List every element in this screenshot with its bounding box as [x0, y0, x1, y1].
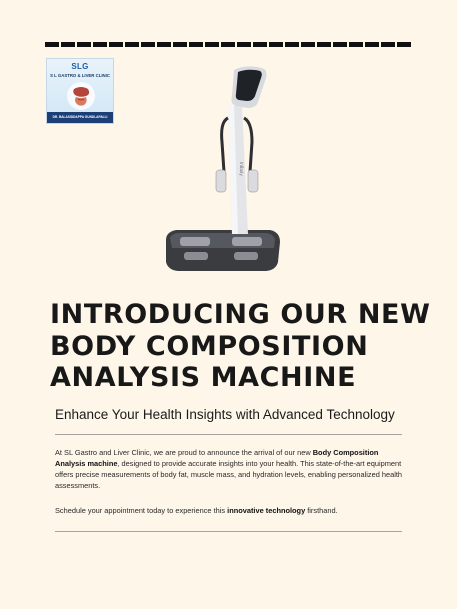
subheadline: Enhance Your Health Insights with Advanc…	[55, 407, 395, 422]
svg-text:InBody: InBody	[239, 162, 244, 176]
announcement-paragraph: At SL Gastro and Liver Clinic, we are pr…	[55, 448, 403, 490]
logo-footer: DR. BALASIDDAPPA GUNDLAPALLI	[47, 112, 113, 123]
headline-line-1: INTRODUCING OUR NEW	[50, 299, 431, 330]
logo-clinic-name: S L GASTRO & LIVER CLINIC	[50, 73, 110, 78]
clinic-logo: SLG S L GASTRO & LIVER CLINIC DR. BALASI…	[46, 58, 114, 124]
top-dashed-rule	[45, 42, 411, 47]
logo-mark: SLG	[71, 62, 89, 71]
divider-top	[55, 434, 402, 435]
headline-line-2: BODY COMPOSITION	[50, 330, 369, 362]
appointment-paragraph: Schedule your appointment today to exper…	[55, 506, 338, 515]
headline: INTRODUCING OUR NEW BODY COMPOSITION ANA…	[50, 299, 431, 394]
headline-line-3: ANALYSIS MACHINE	[50, 362, 357, 393]
digestive-organs-icon	[67, 82, 95, 110]
body-composition-machine-image: InBody	[166, 66, 280, 271]
divider-bottom	[55, 531, 402, 532]
